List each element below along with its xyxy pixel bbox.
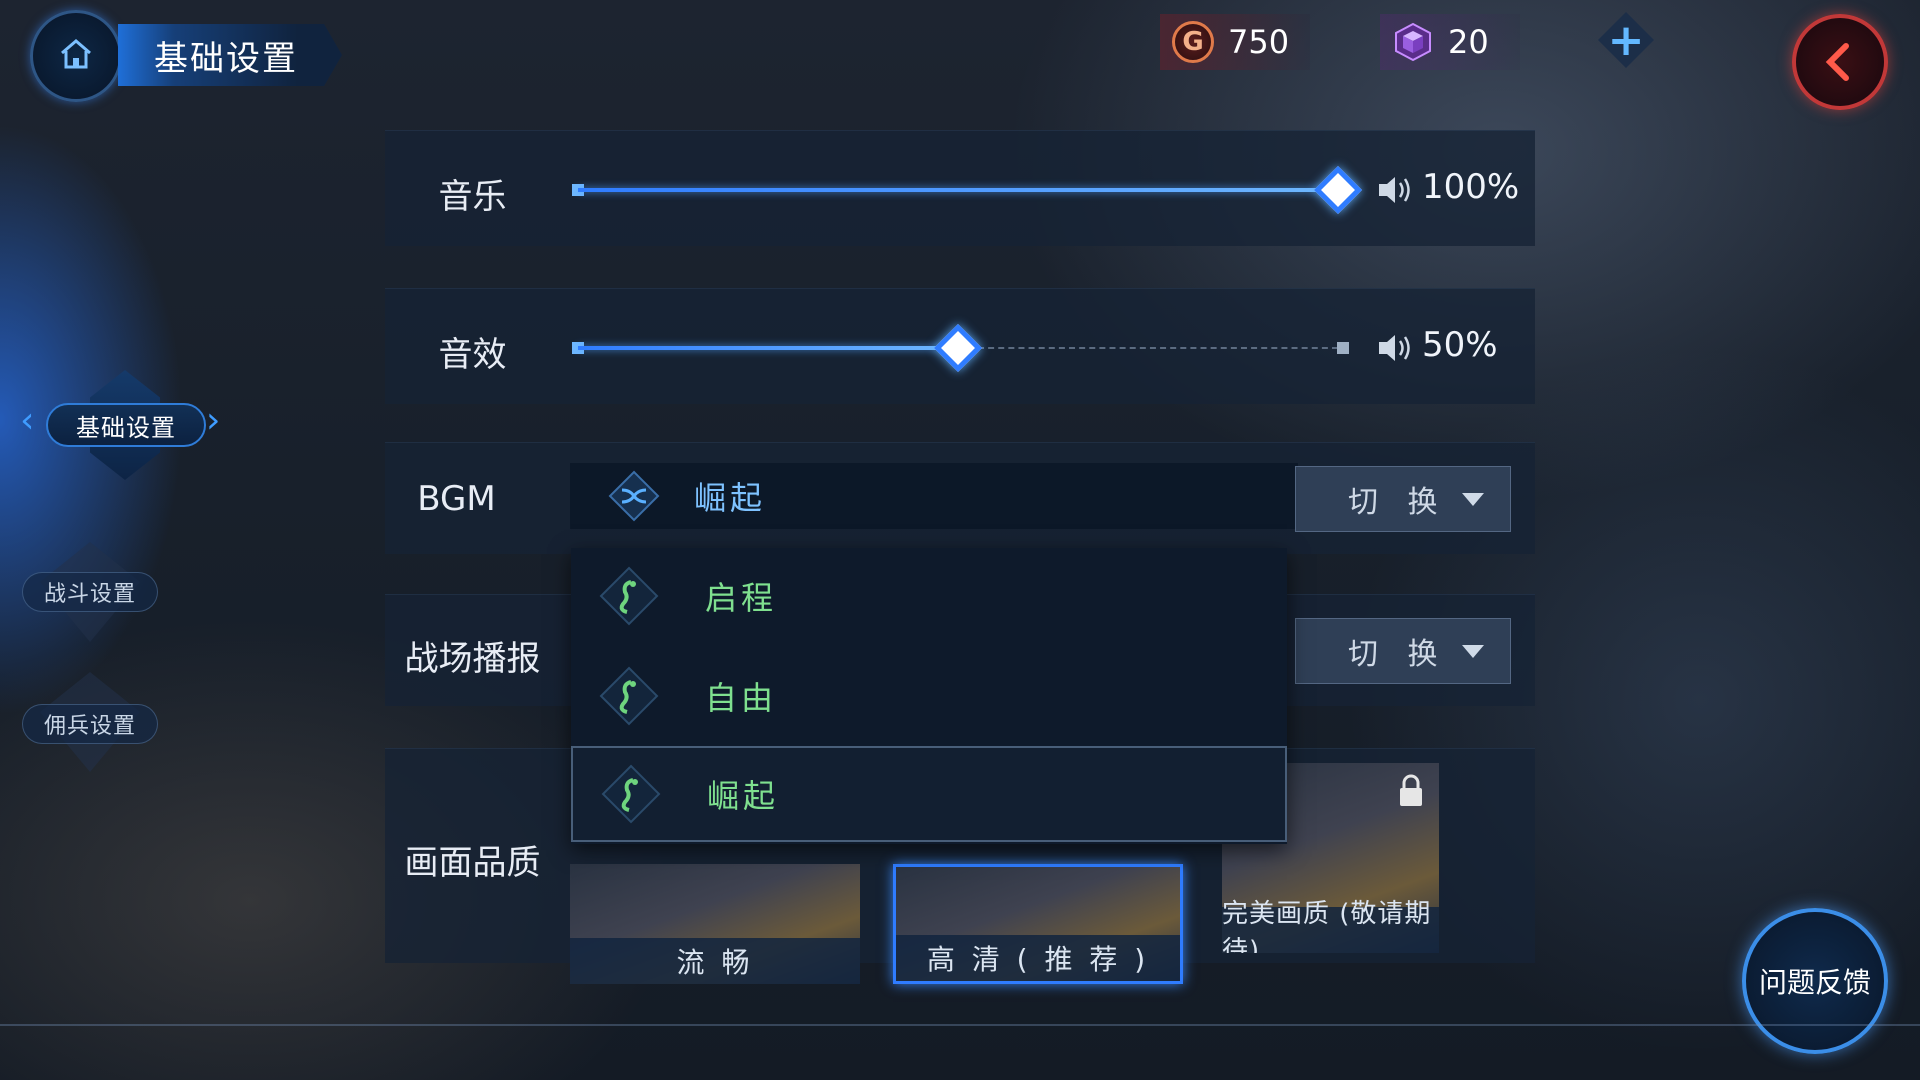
bgm-option-label: 自由 bbox=[705, 679, 778, 717]
music-note-icon bbox=[599, 566, 659, 626]
bgm-option[interactable]: 启程 bbox=[571, 548, 1287, 644]
quality-option-label: 完美画质 (敬请期待) bbox=[1222, 899, 1439, 953]
gold-amount: 750 bbox=[1228, 23, 1290, 61]
music-label: 音乐 bbox=[438, 177, 507, 217]
sfx-volume-value: 50% bbox=[1422, 325, 1498, 365]
speaker-icon bbox=[1379, 177, 1410, 203]
gem-cube-icon bbox=[1395, 22, 1431, 62]
gem-amount: 20 bbox=[1448, 23, 1489, 61]
lock-icon bbox=[1400, 774, 1422, 806]
page-title: 基础设置 bbox=[118, 24, 342, 86]
home-icon bbox=[56, 34, 96, 78]
broadcast-switch-button[interactable]: 切 换 bbox=[1295, 618, 1511, 684]
chevron-down-icon bbox=[1462, 645, 1484, 658]
bgm-option-selected[interactable]: 崛起 bbox=[571, 746, 1287, 842]
bgm-dropdown-list: 启程 自由 崛起 bbox=[571, 548, 1287, 844]
bgm-option[interactable]: 自由 bbox=[571, 648, 1287, 744]
bgm-switch-button[interactable]: 切 换 bbox=[1295, 466, 1511, 532]
quality-option-hd[interactable]: 高 清 ( 推 荐 ) bbox=[893, 864, 1183, 984]
bgm-label: BGM bbox=[417, 479, 496, 519]
bottom-divider bbox=[0, 1024, 1920, 1026]
plus-icon: + bbox=[1607, 14, 1645, 66]
nav-tab-mercenary-settings[interactable]: 佣兵设置 bbox=[22, 704, 158, 744]
home-button[interactable] bbox=[30, 10, 122, 102]
nav-left-chevron-icon: ‹ bbox=[20, 400, 35, 441]
chevron-down-icon bbox=[1462, 493, 1484, 506]
speaker-icon bbox=[1379, 335, 1410, 361]
bgm-switch-label: 切 换 bbox=[1348, 485, 1448, 520]
back-button[interactable] bbox=[1792, 14, 1888, 110]
bgm-row: BGM 崛起 切 换 bbox=[385, 442, 1535, 554]
nav-right-chevron-icon: › bbox=[206, 400, 221, 441]
gold-counter: G 750 bbox=[1160, 14, 1310, 70]
back-arrow-icon bbox=[1825, 43, 1849, 81]
music-row: 音乐 100% bbox=[385, 130, 1535, 246]
sfx-slider-end bbox=[1337, 342, 1349, 354]
nav-tab-battle-settings[interactable]: 战斗设置 bbox=[22, 572, 158, 612]
bgm-current-track: 崛起 bbox=[694, 479, 767, 517]
quality-option-label: 流 畅 bbox=[570, 938, 860, 984]
quality-option-smooth[interactable]: 流 畅 bbox=[570, 864, 860, 984]
quality-option-label: 高 清 ( 推 荐 ) bbox=[896, 935, 1180, 981]
quality-label: 画面品质 bbox=[404, 843, 541, 883]
broadcast-switch-label: 切 换 bbox=[1348, 637, 1448, 672]
music-note-icon bbox=[601, 764, 661, 824]
music-slider-thumb[interactable] bbox=[1313, 165, 1363, 215]
sfx-row: 音效 50% bbox=[385, 288, 1535, 404]
feedback-widget: 问题反馈 bbox=[1718, 898, 1908, 1058]
sfx-slider-thumb[interactable] bbox=[933, 323, 983, 373]
broadcast-label: 战场播报 bbox=[404, 639, 541, 679]
gold-coin-icon: G bbox=[1172, 21, 1214, 63]
bgm-option-label: 崛起 bbox=[707, 777, 780, 815]
sfx-slider-fill bbox=[578, 346, 958, 350]
nav-tab-basic-settings[interactable]: 基础设置 bbox=[46, 403, 206, 447]
shuffle-icon bbox=[608, 470, 660, 522]
gem-counter: 20 bbox=[1380, 14, 1520, 70]
sfx-label: 音效 bbox=[438, 335, 507, 375]
bgm-current-field[interactable]: 崛起 bbox=[570, 463, 1298, 529]
music-note-icon bbox=[599, 666, 659, 726]
sfx-slider-rest bbox=[978, 347, 1338, 349]
bgm-option-label: 启程 bbox=[705, 579, 778, 617]
music-volume-value: 100% bbox=[1422, 167, 1520, 207]
feedback-button[interactable]: 问题反馈 bbox=[1742, 908, 1888, 1054]
music-slider-fill bbox=[578, 188, 1338, 192]
add-currency-button[interactable]: + bbox=[1598, 12, 1654, 68]
